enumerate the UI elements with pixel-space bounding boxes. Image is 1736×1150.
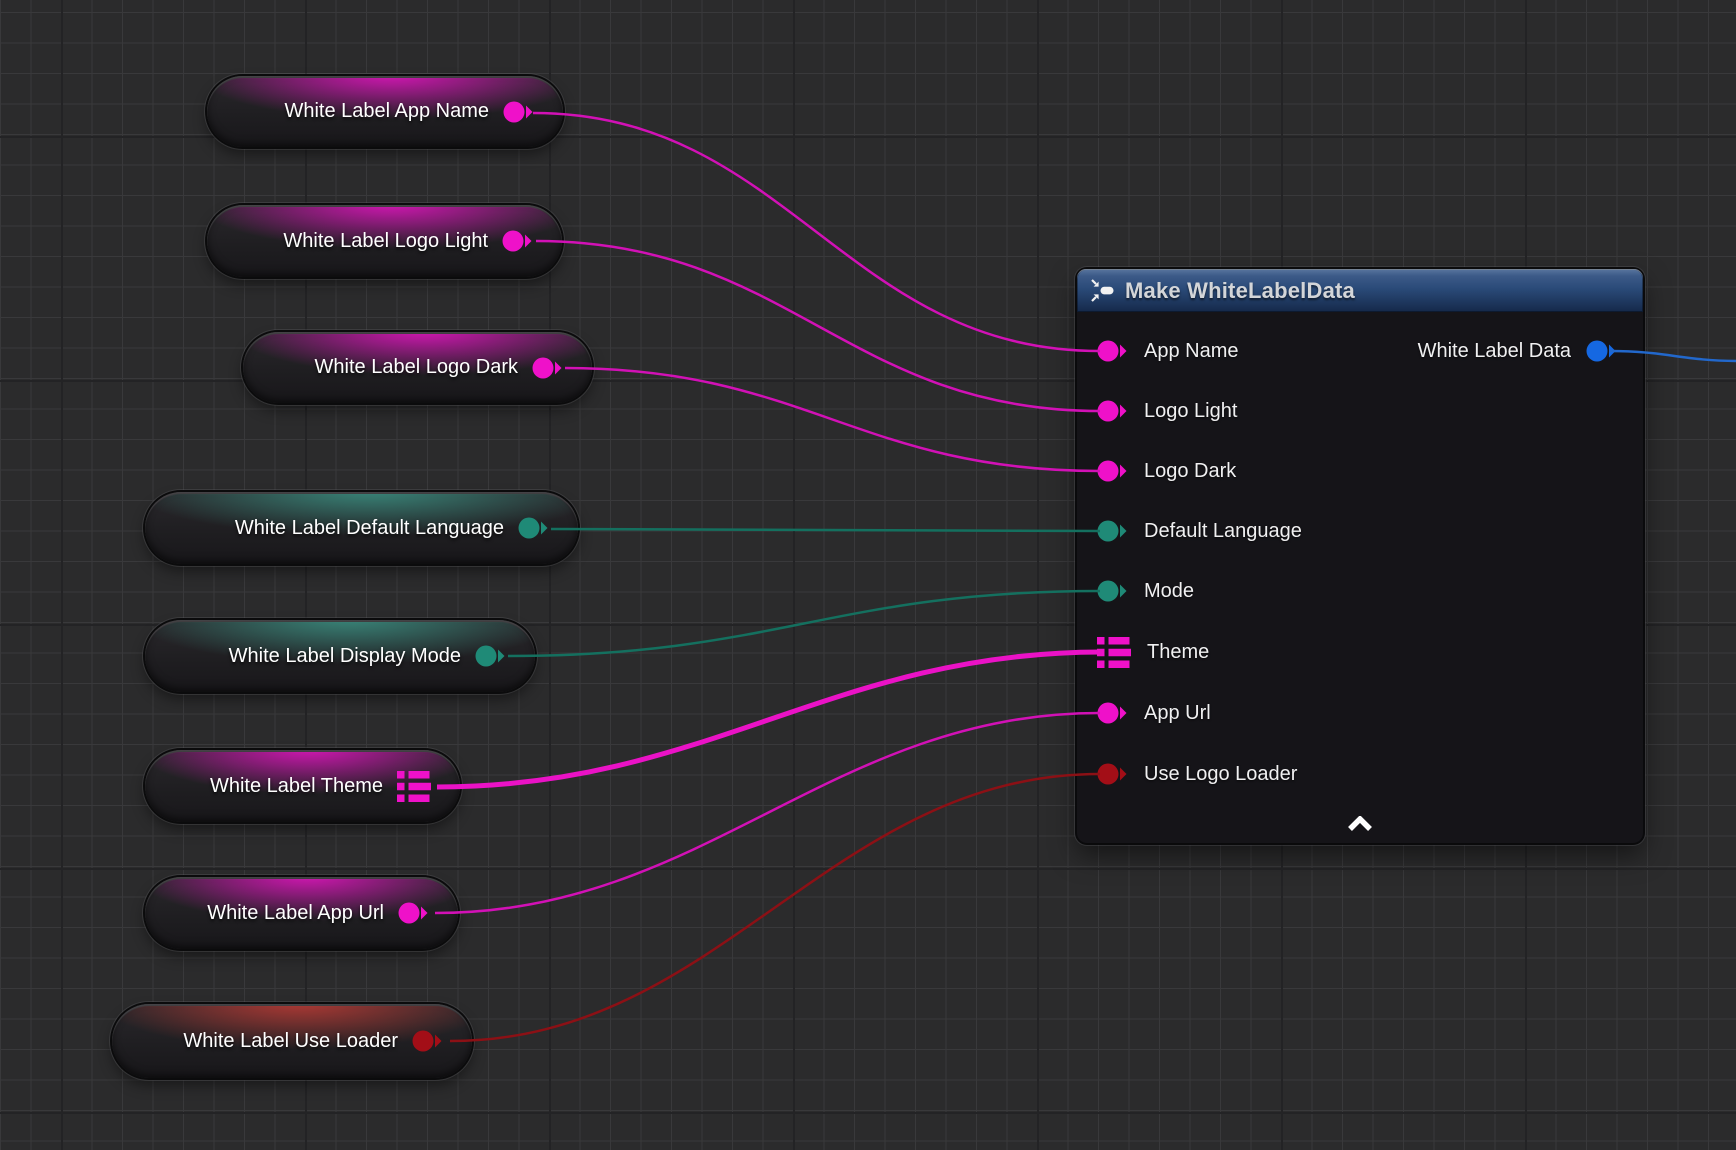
struct-output-pin-white-label-theme[interactable] bbox=[397, 771, 431, 802]
node-label: White Label Default Language bbox=[235, 517, 504, 540]
node-getter-white-label-theme[interactable]: White Label Theme bbox=[145, 750, 460, 822]
wire-use-loader[interactable] bbox=[450, 774, 1100, 1041]
wire-app-name[interactable] bbox=[533, 113, 1100, 351]
node-header-drag-handle[interactable]: Make WhiteLabelData bbox=[1077, 269, 1643, 312]
input-pin-logo-light[interactable] bbox=[1097, 399, 1128, 423]
node-label: White Label Logo Dark bbox=[315, 356, 518, 379]
input-row-default-language: Default Language bbox=[1077, 516, 1302, 546]
input-pin-mode[interactable] bbox=[1097, 579, 1128, 603]
input-row-logo-light: Logo Light bbox=[1077, 396, 1237, 426]
node-getter-white-label-default-language[interactable]: White Label Default Language bbox=[145, 492, 578, 564]
node-getter-white-label-display-mode[interactable]: White Label Display Mode bbox=[145, 620, 535, 692]
make-struct-icon bbox=[1091, 279, 1114, 302]
node-label: White Label App Name bbox=[284, 100, 489, 123]
node-getter-white-label-logo-light[interactable]: White Label Logo Light bbox=[207, 205, 562, 277]
input-pin-label: Use Logo Loader bbox=[1144, 763, 1297, 786]
input-pin-label: Logo Dark bbox=[1144, 460, 1236, 483]
output-pin-white-label-app-name[interactable] bbox=[503, 100, 534, 124]
input-pin-app-name[interactable] bbox=[1097, 339, 1128, 363]
collapse-node-button[interactable] bbox=[1340, 815, 1380, 835]
struct-input-pin-theme[interactable] bbox=[1097, 637, 1131, 668]
input-pin-label: Default Language bbox=[1144, 520, 1302, 543]
input-pin-label: Mode bbox=[1144, 580, 1194, 603]
node-title: Make WhiteLabelData bbox=[1125, 278, 1355, 304]
input-row-app-name: App Name bbox=[1077, 336, 1239, 366]
output-pin-white-label-logo-light[interactable] bbox=[502, 229, 533, 253]
wire-default-language[interactable] bbox=[551, 529, 1100, 531]
node-getter-white-label-app-url[interactable]: White Label App Url bbox=[145, 877, 458, 949]
output-pin-white-label-use-loader[interactable] bbox=[412, 1029, 443, 1053]
input-row-use-logo-loader: Use Logo Loader bbox=[1077, 759, 1297, 789]
chevron-up-icon bbox=[1345, 816, 1375, 834]
node-label: White Label Logo Light bbox=[283, 230, 488, 253]
output-pin-label: White Label Data bbox=[1418, 340, 1571, 363]
output-pin-white-label-display-mode[interactable] bbox=[475, 644, 506, 668]
output-pin-white-label-logo-dark[interactable] bbox=[532, 356, 563, 380]
node-getter-white-label-logo-dark[interactable]: White Label Logo Dark bbox=[243, 332, 592, 403]
input-pin-label: App Name bbox=[1144, 340, 1239, 363]
output-row: White Label Data bbox=[1418, 336, 1617, 366]
wire-display-mode[interactable] bbox=[508, 591, 1100, 656]
wire-app-url[interactable] bbox=[435, 713, 1100, 913]
input-pin-use-logo-loader[interactable] bbox=[1097, 762, 1128, 786]
input-pin-label: Theme bbox=[1147, 641, 1209, 664]
node-label: White Label Theme bbox=[210, 775, 383, 798]
node-getter-white-label-app-name[interactable]: White Label App Name bbox=[207, 76, 563, 147]
input-pin-label: App Url bbox=[1144, 702, 1211, 725]
output-pin-white-label-app-url[interactable] bbox=[398, 901, 429, 925]
node-label: White Label App Url bbox=[207, 902, 384, 925]
node-make-whitelabeldata[interactable]: Make WhiteLabelData App Name Logo Light … bbox=[1077, 269, 1643, 843]
wire-logo-dark[interactable] bbox=[565, 368, 1100, 471]
input-pin-default-language[interactable] bbox=[1097, 519, 1128, 543]
input-pin-app-url[interactable] bbox=[1097, 701, 1128, 725]
input-row-logo-dark: Logo Dark bbox=[1077, 456, 1236, 486]
output-pin-white-label-default-language[interactable] bbox=[518, 516, 549, 540]
wire-logo-light[interactable] bbox=[536, 241, 1100, 411]
input-pin-label: Logo Light bbox=[1144, 400, 1237, 423]
node-getter-white-label-use-loader[interactable]: White Label Use Loader bbox=[112, 1004, 472, 1078]
wire-theme[interactable] bbox=[437, 652, 1102, 787]
node-label: White Label Display Mode bbox=[229, 645, 461, 668]
node-label: White Label Use Loader bbox=[183, 1030, 398, 1053]
input-pin-logo-dark[interactable] bbox=[1097, 459, 1128, 483]
blueprint-graph-canvas[interactable]: White Label App Name White Label Logo Li… bbox=[0, 0, 1736, 1150]
